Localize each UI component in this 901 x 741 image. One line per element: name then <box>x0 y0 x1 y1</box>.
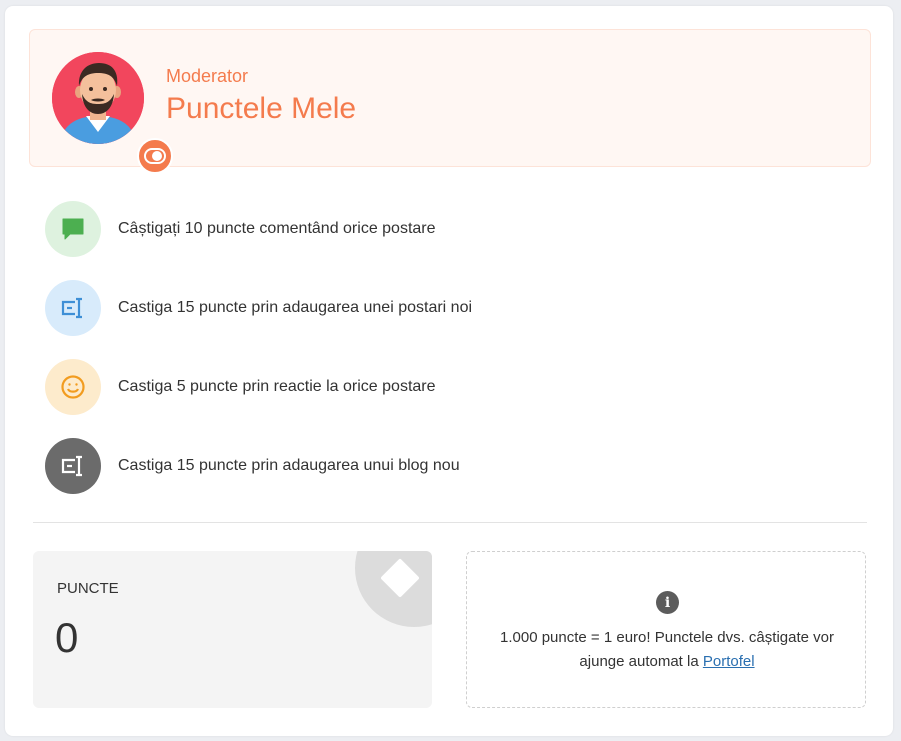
avatar <box>52 52 144 144</box>
task-comment: Câștigați 10 puncte comentând orice post… <box>45 200 645 258</box>
task-label: Câștigați 10 puncte comentând orice post… <box>118 220 436 237</box>
task-post: Castiga 15 puncte prin adaugarea unei po… <box>45 279 645 337</box>
smile-icon <box>45 359 101 415</box>
info-text: 1.000 puncte = 1 euro! Punctele dvs. câș… <box>477 626 857 674</box>
divider <box>33 522 867 523</box>
points-value: 0 <box>55 614 79 661</box>
wallet-link[interactable]: Portofel <box>703 653 755 670</box>
points-summary: Puncte 0 <box>33 551 432 708</box>
post-icon <box>45 280 101 336</box>
page-title: Punctele Mele <box>166 92 357 125</box>
info-message: 1.000 puncte = 1 euro! Punctele dvs. câș… <box>500 629 834 670</box>
info-icon: i <box>656 591 679 614</box>
user-role: Moderator <box>166 66 249 86</box>
blog-icon <box>45 438 101 494</box>
task-blog: Castiga 15 puncte prin adaugarea unui bl… <box>45 437 645 495</box>
toggle-icon <box>137 138 173 174</box>
comment-icon <box>45 201 101 257</box>
info-panel: i 1.000 puncte = 1 euro! Punctele dvs. c… <box>466 551 866 708</box>
user-avatar-icon <box>52 52 144 144</box>
task-label: Castiga 15 puncte prin adaugarea unui bl… <box>118 457 460 474</box>
task-label: Castiga 15 puncte prin adaugarea unei po… <box>118 299 473 316</box>
task-label: Castiga 5 puncte prin reactie la orice p… <box>118 378 436 395</box>
points-card: Moderator Punctele Mele Câștigați 10 pun… <box>5 6 893 736</box>
points-label: Puncte <box>57 580 119 597</box>
profile-header: Moderator Punctele Mele <box>29 29 871 174</box>
task-reaction: Castiga 5 puncte prin reactie la orice p… <box>45 358 645 416</box>
